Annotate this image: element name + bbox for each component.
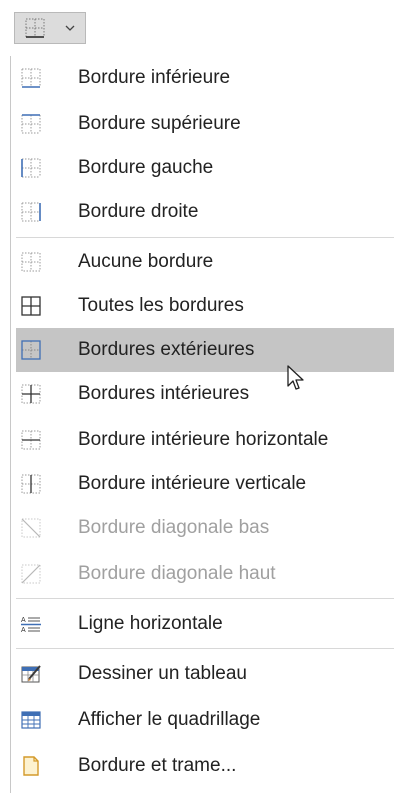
menu-left-border	[10, 56, 11, 793]
inside-vertical-border-icon	[20, 473, 42, 495]
menu-item-label: Bordure inférieure	[78, 67, 231, 88]
menu-item-horizontal-line[interactable]: A A Ligne horizontale	[16, 602, 394, 646]
menu-separator	[16, 598, 394, 599]
menu-item-label: Toutes les bordures	[78, 295, 244, 316]
menu-item-label: Bordures extérieures	[78, 339, 255, 360]
menu-separator	[16, 237, 394, 238]
menu-item-no-border[interactable]: Aucune bordure	[16, 240, 394, 284]
menu-item-label: Bordure diagonale bas	[78, 517, 270, 538]
menu-item-view-gridlines[interactable]: Afficher le quadrillage	[16, 698, 394, 742]
all-borders-icon	[20, 295, 42, 317]
menu-item-left-border[interactable]: Bordure gauche	[16, 146, 394, 190]
menu-item-label: Bordure et trame...	[78, 755, 237, 776]
menu-item-bottom-border[interactable]: Bordure inférieure	[16, 56, 394, 100]
svg-text:A: A	[21, 627, 26, 634]
draw-table-icon	[20, 663, 42, 685]
border-icon	[25, 18, 45, 38]
menu-item-top-border[interactable]: Bordure supérieure	[16, 102, 394, 146]
top-border-icon	[20, 113, 42, 135]
no-border-icon	[20, 251, 42, 273]
menu-item-label: Aucune bordure	[78, 251, 214, 272]
menu-item-label: Dessiner un tableau	[78, 663, 247, 684]
menu-item-outside-borders[interactable]: Bordures extérieures	[16, 328, 394, 372]
menu-item-label: Bordure droite	[78, 201, 199, 222]
pointer-cursor-icon	[287, 365, 304, 390]
left-border-icon	[20, 157, 42, 179]
menu-item-label: Bordures intérieures	[78, 383, 250, 404]
menu-item-diagonal-down-border: Bordure diagonale bas	[16, 506, 394, 550]
borders-split-button[interactable]	[14, 12, 86, 44]
menu-item-inside-vertical-border[interactable]: Bordure intérieure verticale	[16, 462, 394, 506]
view-gridlines-icon	[20, 709, 42, 731]
inside-borders-icon	[20, 383, 42, 405]
chevron-down-icon	[65, 25, 75, 31]
outside-borders-icon	[20, 339, 42, 361]
svg-text:A: A	[21, 617, 26, 624]
menu-item-diagonal-up-border: Bordure diagonale haut	[16, 552, 394, 596]
borders-button[interactable]	[15, 13, 55, 43]
inside-horizontal-border-icon	[20, 429, 42, 451]
bottom-border-icon	[20, 67, 42, 89]
diagonal-up-border-icon	[20, 563, 42, 585]
borders-shading-icon	[20, 755, 42, 777]
menu-item-all-borders[interactable]: Toutes les bordures	[16, 284, 394, 328]
borders-dropdown-arrow[interactable]	[55, 13, 85, 43]
menu-item-label: Ligne horizontale	[78, 613, 223, 634]
menu-item-draw-table[interactable]: Dessiner un tableau	[16, 652, 394, 696]
menu-item-right-border[interactable]: Bordure droite	[16, 190, 394, 234]
right-border-icon	[20, 201, 42, 223]
menu-item-inside-horizontal-border[interactable]: Bordure intérieure horizontale	[16, 418, 394, 462]
menu-item-inside-borders[interactable]: Bordures intérieures	[16, 372, 394, 416]
diagonal-down-border-icon	[20, 517, 42, 539]
horizontal-line-icon: A A	[20, 613, 42, 635]
menu-item-label: Bordure diagonale haut	[78, 563, 276, 584]
menu-item-label: Bordure supérieure	[78, 113, 241, 134]
menu-item-label: Bordure intérieure horizontale	[78, 429, 329, 450]
menu-item-label: Afficher le quadrillage	[78, 709, 261, 730]
menu-item-borders-shading[interactable]: Bordure et trame...	[16, 744, 394, 788]
menu-item-label: Bordure intérieure verticale	[78, 473, 307, 494]
menu-separator	[16, 648, 394, 649]
menu-item-label: Bordure gauche	[78, 157, 214, 178]
mouse-cursor	[286, 364, 306, 397]
